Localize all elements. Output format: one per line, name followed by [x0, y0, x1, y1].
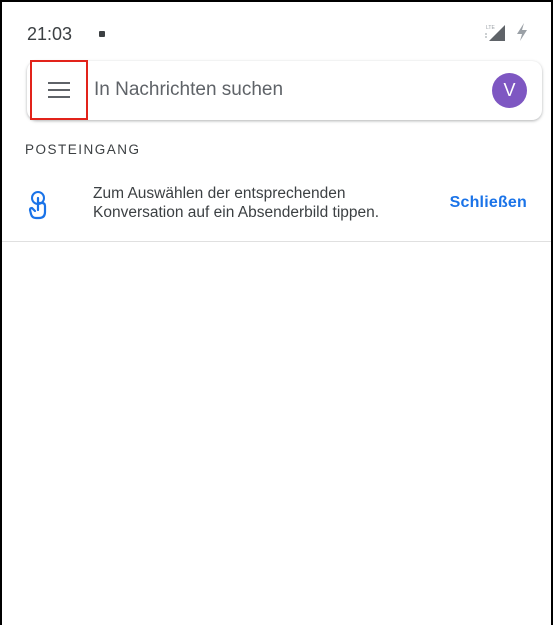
app-screen: 21:03 LTE In Nachrichten suchen V POSTEI… [0, 0, 553, 625]
search-bar[interactable]: In Nachrichten suchen V [27, 60, 542, 120]
status-icons: LTE [483, 22, 529, 42]
search-placeholder[interactable]: In Nachrichten suchen [94, 79, 283, 101]
avatar-initial: V [503, 80, 516, 100]
tip-message-line-1: Zum Auswählen der entsprechenden [93, 185, 346, 202]
hamburger-menu-icon [48, 82, 70, 98]
status-time: 21:03 [27, 24, 73, 44]
tip-message-line-2: Konversation auf ein Absenderbild tippen… [93, 204, 380, 221]
notification-icon [99, 31, 105, 37]
dismiss-tip-button[interactable]: Schließen [450, 194, 527, 212]
svg-text:LTE: LTE [486, 25, 495, 31]
charging-icon [517, 23, 527, 41]
tap-gesture-icon [28, 191, 47, 220]
account-avatar[interactable]: V [492, 73, 527, 108]
status-bar: 21:03 LTE [2, 2, 551, 58]
message-list [2, 242, 551, 625]
menu-button[interactable] [30, 60, 88, 120]
tip-banner: Zum Auswählen der entsprechenden Konvers… [2, 172, 551, 242]
lte-signal-icon: LTE [485, 25, 505, 41]
section-title-inbox: POSTEINGANG [25, 142, 141, 157]
tip-message: Zum Auswählen der entsprechenden Konvers… [93, 184, 423, 222]
